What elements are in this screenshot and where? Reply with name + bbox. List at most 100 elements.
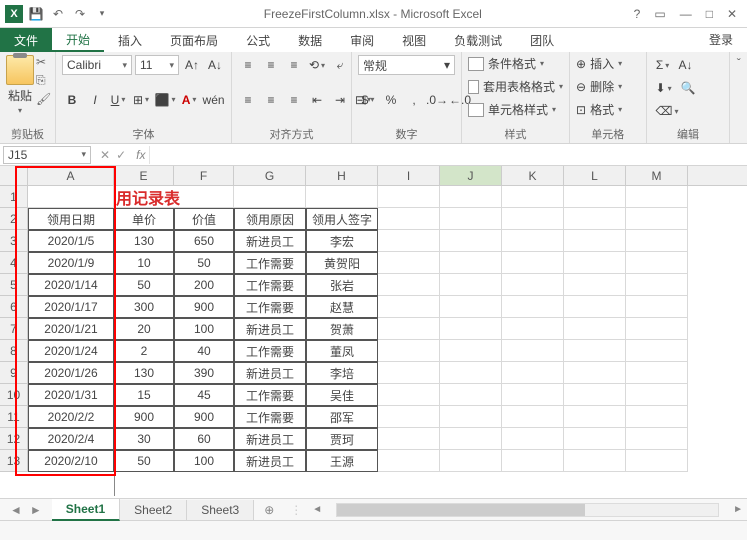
- name-box[interactable]: J15▾: [3, 146, 91, 164]
- sheet-tab-1[interactable]: Sheet1: [52, 499, 120, 521]
- cell[interactable]: 50: [114, 450, 174, 472]
- paste-button[interactable]: 粘贴 ▾: [6, 55, 34, 115]
- cell[interactable]: [378, 318, 440, 340]
- table-format-button[interactable]: 套用表格格式▾: [468, 78, 563, 95]
- cell[interactable]: 10: [114, 252, 174, 274]
- row-header-7[interactable]: 7: [0, 318, 27, 340]
- row-header-5[interactable]: 5: [0, 274, 27, 296]
- col-header-L[interactable]: L: [564, 166, 626, 185]
- cell[interactable]: [564, 450, 626, 472]
- format-painter-icon[interactable]: 🖌: [36, 92, 51, 106]
- cell[interactable]: [378, 450, 440, 472]
- col-header-F[interactable]: F: [174, 166, 234, 185]
- row-header-8[interactable]: 8: [0, 340, 27, 362]
- ribbon-opts-icon[interactable]: ▭: [654, 7, 665, 21]
- sheet-tab-3[interactable]: Sheet3: [187, 500, 254, 520]
- cell[interactable]: 单价: [114, 208, 174, 230]
- col-header-M[interactable]: M: [626, 166, 688, 185]
- cell[interactable]: 新进员工: [234, 450, 306, 472]
- cell[interactable]: 2020/1/31: [28, 384, 114, 406]
- wrap-text-icon[interactable]: ⤶: [330, 55, 350, 75]
- cell[interactable]: 15: [114, 384, 174, 406]
- cell[interactable]: 邵军: [306, 406, 378, 428]
- tab-file[interactable]: 文件: [0, 28, 52, 52]
- cell[interactable]: 900: [174, 406, 234, 428]
- col-header-K[interactable]: K: [502, 166, 564, 185]
- align-right-icon[interactable]: ≡: [284, 90, 304, 110]
- row-header-2[interactable]: 2: [0, 208, 27, 230]
- cell[interactable]: 2020/2/4: [28, 428, 114, 450]
- cell[interactable]: [626, 428, 688, 450]
- cell[interactable]: 黄贺阳: [306, 252, 378, 274]
- cell[interactable]: 2020/1/26: [28, 362, 114, 384]
- cell[interactable]: 2020/1/21: [28, 318, 114, 340]
- cell[interactable]: [502, 296, 564, 318]
- cell[interactable]: [378, 362, 440, 384]
- insert-cells-button[interactable]: ⊕插入▾: [576, 55, 640, 72]
- indent-inc-icon[interactable]: ⇥: [330, 90, 350, 110]
- cell[interactable]: [626, 406, 688, 428]
- excel-logo-icon[interactable]: X: [4, 4, 24, 24]
- orientation-icon[interactable]: ⟲: [307, 55, 327, 75]
- tab-view[interactable]: 视图: [388, 28, 440, 52]
- increase-font-icon[interactable]: A↑: [182, 55, 202, 75]
- cell[interactable]: 董凤: [306, 340, 378, 362]
- cell[interactable]: 2020/1/14: [28, 274, 114, 296]
- collapse-ribbon-icon[interactable]: ˇ: [730, 52, 747, 143]
- cell[interactable]: 工作需要: [234, 406, 306, 428]
- align-left-icon[interactable]: ≡: [238, 90, 258, 110]
- cell[interactable]: [502, 186, 564, 208]
- cell[interactable]: [378, 274, 440, 296]
- cell[interactable]: 2020/1/24: [28, 340, 114, 362]
- tab-formula[interactable]: 公式: [232, 28, 284, 52]
- increase-decimal-icon[interactable]: .0→: [427, 90, 447, 110]
- cell[interactable]: 20: [114, 318, 174, 340]
- help-icon[interactable]: ?: [634, 7, 641, 21]
- copy-icon[interactable]: ⎘: [36, 73, 51, 88]
- tab-insert[interactable]: 插入: [104, 28, 156, 52]
- cell[interactable]: 100: [174, 450, 234, 472]
- delete-cells-button[interactable]: ⊖删除▾: [576, 78, 640, 95]
- cell[interactable]: 200: [174, 274, 234, 296]
- cell[interactable]: 900: [114, 406, 174, 428]
- cell[interactable]: [502, 230, 564, 252]
- cell[interactable]: [440, 362, 502, 384]
- cell[interactable]: [378, 406, 440, 428]
- format-cells-button[interactable]: ⊡格式▾: [576, 101, 640, 118]
- cell[interactable]: [564, 406, 626, 428]
- cell[interactable]: 工作需要: [234, 252, 306, 274]
- font-name-combo[interactable]: Calibri▾: [62, 55, 132, 75]
- cell[interactable]: [502, 318, 564, 340]
- number-format-combo[interactable]: 常规▾: [358, 55, 455, 75]
- cell[interactable]: 贾珂: [306, 428, 378, 450]
- decrease-font-icon[interactable]: A↓: [205, 55, 225, 75]
- cell[interactable]: 价值: [174, 208, 234, 230]
- cell[interactable]: 赵慧: [306, 296, 378, 318]
- cell[interactable]: [502, 362, 564, 384]
- cell[interactable]: 60: [174, 428, 234, 450]
- cell[interactable]: 2020/1/5: [28, 230, 114, 252]
- row-header-12[interactable]: 12: [0, 428, 27, 450]
- save-icon[interactable]: 💾: [26, 4, 46, 24]
- align-top-icon[interactable]: ≡: [238, 55, 258, 75]
- cell[interactable]: [502, 428, 564, 450]
- font-size-combo[interactable]: 11▾: [135, 55, 179, 75]
- row-header-6[interactable]: 6: [0, 296, 27, 318]
- cell[interactable]: 王源: [306, 450, 378, 472]
- cell[interactable]: 2020/2/10: [28, 450, 114, 472]
- login-link[interactable]: 登录: [695, 27, 747, 52]
- row-header-1[interactable]: 1: [0, 186, 27, 208]
- cancel-formula-icon[interactable]: ✕: [100, 148, 110, 162]
- font-color-button[interactable]: A: [179, 90, 199, 110]
- sheet-tab-2[interactable]: Sheet2: [120, 500, 187, 520]
- scroll-thumb[interactable]: [337, 504, 585, 516]
- cell[interactable]: [378, 428, 440, 450]
- cell[interactable]: [440, 186, 502, 208]
- minimize-icon[interactable]: —: [680, 7, 692, 21]
- undo-icon[interactable]: ↶: [48, 4, 68, 24]
- cell[interactable]: [564, 230, 626, 252]
- cell[interactable]: [502, 384, 564, 406]
- cell[interactable]: [378, 186, 440, 208]
- cell[interactable]: 130: [114, 362, 174, 384]
- cell[interactable]: 40: [174, 340, 234, 362]
